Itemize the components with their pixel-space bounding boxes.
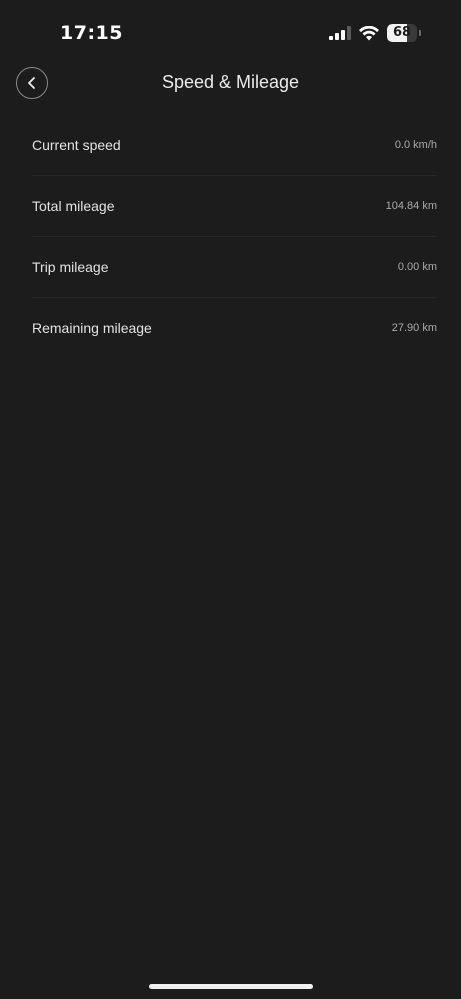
current-speed-label: Current speed	[32, 137, 121, 153]
row-trip-mileage: Trip mileage 0.00 km	[32, 237, 437, 298]
status-icons: 68	[329, 24, 421, 42]
page-title: Speed & Mileage	[161, 72, 300, 92]
info-list: Current speed 0.0 km/h Total mileage 104…	[32, 115, 437, 358]
home-indicator[interactable]	[149, 984, 313, 989]
battery-body: 68	[387, 24, 417, 42]
battery-level: 68	[392, 25, 412, 40]
nav-header: Speed & Mileage	[0, 60, 461, 110]
trip-mileage-label: Trip mileage	[32, 259, 109, 275]
wifi-icon	[359, 25, 379, 40]
total-mileage-value: 104.84 km	[385, 200, 437, 212]
row-remaining-mileage: Remaining mileage 27.90 km	[32, 298, 437, 358]
row-total-mileage: Total mileage 104.84 km	[32, 176, 437, 237]
battery-icon: 68	[387, 24, 421, 42]
status-bar: 17:15 68	[0, 0, 461, 60]
trip-mileage-value: 0.00 km	[397, 261, 437, 273]
total-mileage-label: Total mileage	[32, 198, 115, 214]
battery-cap	[419, 30, 421, 36]
row-current-speed: Current speed 0.0 km/h	[32, 115, 437, 176]
remaining-mileage-value: 27.90 km	[391, 322, 437, 334]
remaining-mileage-label: Remaining mileage	[32, 320, 152, 336]
current-speed-value: 0.0 km/h	[394, 139, 437, 151]
cellular-signal-icon	[329, 26, 351, 40]
status-time: 17:15	[60, 22, 123, 44]
